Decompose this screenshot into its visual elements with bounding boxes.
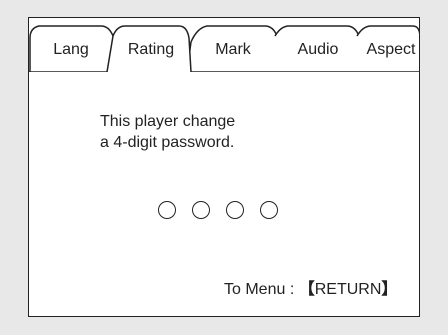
password-digit-4[interactable] bbox=[260, 201, 278, 219]
password-digits[interactable] bbox=[158, 201, 278, 219]
return-to-menu[interactable]: To Menu : 【RETURN】 bbox=[224, 275, 397, 299]
return-prefix: To Menu : bbox=[224, 281, 299, 298]
message-text: This player change a 4-digit password. bbox=[100, 111, 235, 153]
tab-audio[interactable]: Audio bbox=[283, 38, 353, 62]
tab-audio-shape bbox=[274, 25, 360, 37]
tab-mark[interactable]: Mark bbox=[199, 38, 267, 62]
bracket-close: 】 bbox=[381, 281, 398, 298]
tab-aspect[interactable]: Aspect bbox=[363, 38, 419, 62]
rating-panel: Lang Rating Mark Audio Aspect This playe… bbox=[28, 17, 420, 317]
tab-bar: Lang Rating Mark Audio Aspect bbox=[29, 18, 419, 72]
password-digit-3[interactable] bbox=[226, 201, 244, 219]
password-digit-1[interactable] bbox=[158, 201, 176, 219]
message-line-2: a 4-digit password. bbox=[100, 134, 235, 151]
return-key-label: RETURN bbox=[314, 281, 382, 298]
message-line-1: This player change bbox=[100, 113, 236, 130]
bracket-open: 【 bbox=[298, 281, 315, 298]
tab-rating[interactable]: Rating bbox=[119, 38, 183, 62]
tab-lang[interactable]: Lang bbox=[39, 38, 103, 62]
password-digit-2[interactable] bbox=[192, 201, 210, 219]
